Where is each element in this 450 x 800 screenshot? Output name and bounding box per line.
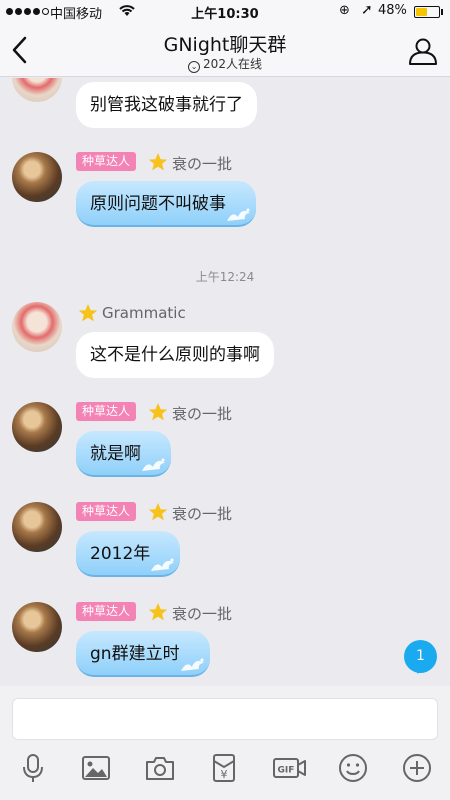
status-bar: 中国移动 上午10:30 ⊕ ➚ 48%: [0, 0, 450, 24]
battery-tip: [441, 9, 443, 15]
message-timestamp: 上午12:24: [195, 270, 255, 284]
message-bubble[interactable]: 原则问题不叫破事: [76, 181, 256, 227]
avatar[interactable]: [12, 78, 62, 102]
star-level-icon: [148, 503, 168, 521]
page-title[interactable]: GNight聊天群: [0, 30, 450, 57]
battery-percentage: 48%: [378, 3, 407, 18]
sender-name[interactable]: 衰の一批: [172, 603, 232, 624]
message-list[interactable]: 别管我这破事就行了 种草达人 衰の一批 原则问题不叫破事 上午12:24 Gra…: [0, 78, 450, 696]
sender-name[interactable]: Grammatic: [102, 304, 186, 322]
unread-count-badge[interactable]: 1: [404, 640, 437, 673]
message-bubble[interactable]: 2012年: [76, 531, 181, 577]
camera-icon[interactable]: [144, 752, 176, 784]
gif-label: GIF: [278, 766, 295, 776]
input-toolbar: ¥ GIF: [0, 752, 450, 790]
online-count-text: 202人在线: [203, 57, 262, 71]
avatar[interactable]: [12, 602, 62, 652]
battery-fill: [416, 8, 427, 16]
rotation-lock-icon: ⊕: [339, 3, 350, 18]
gif-icon[interactable]: GIF: [272, 752, 308, 784]
message-text: gn群建立时: [90, 644, 180, 664]
message-input[interactable]: [12, 698, 438, 740]
chevron-down-icon: ⌄: [188, 61, 201, 73]
sender-name[interactable]: 衰の一批: [172, 503, 232, 524]
sender-name[interactable]: 衰の一批: [172, 153, 232, 174]
wave-decoration-icon: [227, 208, 250, 221]
location-icon: ➚: [361, 2, 373, 18]
member-title-badge: 种草达人: [76, 502, 137, 521]
member-title-badge: 种草达人: [76, 602, 137, 621]
wave-decoration-icon: [180, 658, 204, 671]
message-bubble[interactable]: 这不是什么原则的事啊: [76, 332, 274, 378]
message-bubble[interactable]: 别管我这破事就行了: [76, 82, 257, 128]
red-packet-icon[interactable]: ¥: [208, 752, 240, 784]
yen-label: ¥: [221, 768, 228, 781]
star-level-icon: [78, 304, 98, 322]
message-text: 就是啊: [90, 444, 141, 464]
message-bubble[interactable]: 就是啊: [76, 431, 171, 477]
input-bar: ¥ GIF: [0, 686, 450, 800]
member-title-badge: 种草达人: [76, 402, 137, 421]
star-level-icon: [148, 153, 168, 171]
online-count: ⌄ 202人在线: [0, 55, 450, 73]
message-text: 2012年: [90, 544, 151, 564]
avatar[interactable]: [12, 402, 62, 452]
star-level-icon: [148, 603, 168, 621]
sender-name[interactable]: 衰の一批: [172, 403, 232, 424]
avatar[interactable]: [12, 302, 62, 352]
battery-icon: [414, 6, 440, 18]
wave-decoration-icon: [151, 558, 175, 571]
member-title-badge: 种草达人: [76, 152, 137, 171]
microphone-icon[interactable]: [17, 752, 49, 784]
star-level-icon: [148, 403, 168, 421]
chat-header: GNight聊天群 ⌄ 202人在线: [0, 24, 450, 77]
plus-icon[interactable]: [401, 752, 433, 784]
emoji-icon[interactable]: [337, 752, 369, 784]
wave-decoration-icon: [142, 458, 165, 471]
image-icon[interactable]: [80, 752, 112, 784]
message-bubble[interactable]: gn群建立时: [76, 631, 210, 677]
avatar[interactable]: [12, 502, 62, 552]
group-members-icon[interactable]: [406, 36, 440, 66]
avatar[interactable]: [12, 152, 62, 202]
message-text: 原则问题不叫破事: [90, 194, 226, 214]
